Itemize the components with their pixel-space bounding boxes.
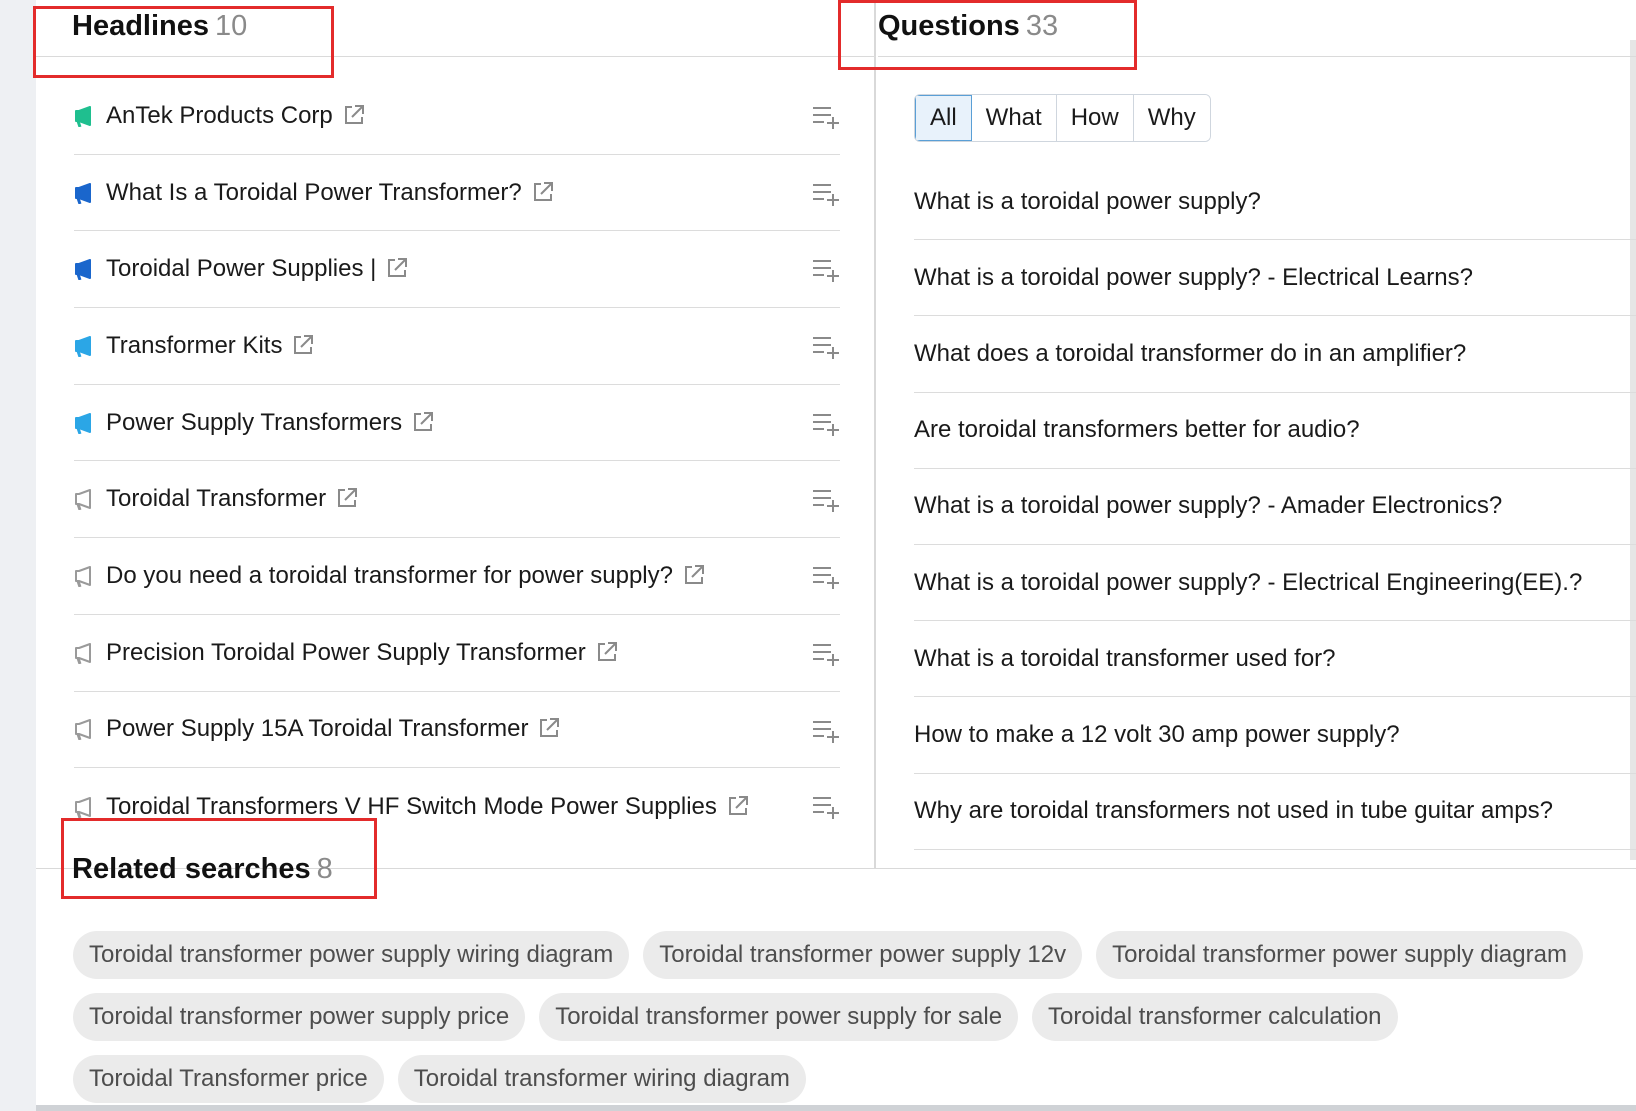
- question-text: Why are toroidal transformers not used i…: [914, 797, 1553, 825]
- megaphone-icon: [74, 253, 106, 285]
- add-to-list-icon[interactable]: [812, 258, 840, 283]
- headline-item[interactable]: Power Supply 15A Toroidal Transformer: [74, 692, 840, 769]
- question-text: What is a toroidal power supply?: [914, 187, 1261, 215]
- related-search-chip[interactable]: Toroidal transformer power supply price: [73, 993, 526, 1041]
- related-search-chip[interactable]: Toroidal transformer calculation: [1032, 993, 1398, 1041]
- add-to-list-icon[interactable]: [812, 182, 840, 206]
- question-item[interactable]: Are toroidal transformers better for aud…: [914, 393, 1636, 469]
- add-to-list-icon[interactable]: [812, 719, 840, 743]
- add-to-list-icon[interactable]: [812, 795, 840, 820]
- external-link-icon[interactable]: [412, 411, 436, 435]
- headline-link[interactable]: Power Supply Transformers: [106, 409, 402, 437]
- add-to-list-icon[interactable]: [812, 565, 840, 590]
- headline-item[interactable]: Precision Toroidal Power Supply Transfor…: [74, 615, 840, 692]
- headline-link[interactable]: Transformer Kits: [106, 332, 282, 360]
- question-text: What does a toroidal transformer do in a…: [914, 339, 1467, 367]
- questions-highlight-box: [838, 0, 1137, 70]
- related-highlight-box: [61, 818, 377, 899]
- question-item[interactable]: What is a toroidal power supply?: [914, 164, 1636, 241]
- related-search-chip[interactable]: Toroidal transformer power supply 12v: [643, 931, 1083, 979]
- question-text: What is a toroidal power supply? - Elect…: [914, 263, 1473, 291]
- megaphone-icon: [74, 483, 106, 515]
- megaphone-icon: [74, 637, 106, 669]
- question-item[interactable]: What is a toroidal power supply? - Elect…: [914, 240, 1636, 317]
- external-link-icon[interactable]: [292, 334, 316, 358]
- question-item[interactable]: What is a toroidal transformer used for?: [914, 621, 1636, 698]
- headline-link[interactable]: Precision Toroidal Power Supply Transfor…: [106, 639, 586, 667]
- megaphone-icon: [74, 713, 106, 745]
- filter-tab-what[interactable]: What: [971, 95, 1057, 141]
- question-text: How to make a 12 volt 30 amp power suppl…: [914, 720, 1400, 748]
- headline-item[interactable]: Power Supply Transformers: [74, 385, 840, 462]
- related-search-chip[interactable]: Toroidal Transformer price: [73, 1055, 384, 1103]
- related-chips: Toroidal transformer power supply wiring…: [73, 931, 1613, 1103]
- headline-link[interactable]: What Is a Toroidal Power Transformer?: [106, 179, 522, 207]
- questions-list: What is a toroidal power supply? What is …: [914, 164, 1636, 850]
- question-text: What is a toroidal power supply? - Amade…: [914, 492, 1503, 520]
- headline-item[interactable]: What Is a Toroidal Power Transformer?: [74, 155, 840, 232]
- external-link-icon[interactable]: [386, 257, 410, 281]
- megaphone-icon: [74, 407, 106, 439]
- question-item[interactable]: Why are toroidal transformers not used i…: [914, 774, 1636, 850]
- external-link-icon[interactable]: [727, 795, 751, 819]
- external-link-icon[interactable]: [538, 717, 562, 741]
- external-link-icon[interactable]: [343, 104, 367, 128]
- headline-link[interactable]: AnTek Products Corp: [106, 102, 333, 130]
- headlines-panel: Headlines 10 AnTek Products Corp What Is a…: [33, 0, 876, 868]
- add-to-list-icon[interactable]: [812, 105, 840, 129]
- headline-item[interactable]: Do you need a toroidal transformer for p…: [74, 538, 840, 615]
- question-text: What is a toroidal power supply? - Elect…: [914, 568, 1583, 596]
- headline-link[interactable]: Toroidal Transformers V HF Switch Mode P…: [106, 793, 717, 821]
- add-to-list-icon[interactable]: [812, 488, 840, 513]
- related-search-chip[interactable]: Toroidal transformer power supply diagra…: [1096, 931, 1583, 979]
- headline-item[interactable]: Toroidal Power Supplies |: [74, 231, 840, 309]
- headline-link[interactable]: Toroidal Transformer: [106, 485, 326, 513]
- question-filter-tabs: All What How Why: [914, 94, 1211, 142]
- question-item[interactable]: What does a toroidal transformer do in a…: [914, 316, 1636, 393]
- external-link-icon[interactable]: [683, 564, 707, 588]
- add-to-list-icon[interactable]: [812, 335, 840, 360]
- question-text: What is a toroidal transformer used for?: [914, 644, 1336, 672]
- related-searches-section: Related searches 8 Toroidal transformer p…: [36, 818, 1636, 1111]
- questions-panel: Questions 33 All What How Why What is a toro…: [838, 0, 1636, 868]
- external-link-icon[interactable]: [336, 487, 360, 511]
- megaphone-icon: [74, 177, 106, 209]
- headline-item[interactable]: AnTek Products Corp: [74, 78, 840, 155]
- related-search-chip[interactable]: Toroidal transformer wiring diagram: [397, 1055, 806, 1103]
- megaphone-icon: [74, 330, 106, 362]
- related-search-chip[interactable]: Toroidal transformer power supply wiring…: [73, 931, 630, 979]
- external-link-icon[interactable]: [596, 641, 620, 665]
- left-gutter: [0, 0, 36, 1111]
- bottom-edge: [36, 1105, 1636, 1111]
- megaphone-icon: [74, 560, 106, 592]
- headline-item[interactable]: Toroidal Transformer: [74, 461, 840, 539]
- headline-link[interactable]: Do you need a toroidal transformer for p…: [106, 562, 673, 590]
- filter-tab-why[interactable]: Why: [1133, 95, 1210, 141]
- filter-tab-all[interactable]: All: [915, 95, 972, 141]
- question-item[interactable]: What is a toroidal power supply? - Elect…: [914, 545, 1636, 622]
- headlines-list: AnTek Products Corp What Is a Toroidal Po…: [74, 78, 840, 845]
- headline-link[interactable]: Toroidal Power Supplies |: [106, 255, 376, 283]
- question-item[interactable]: What is a toroidal power supply? - Amade…: [914, 469, 1636, 545]
- headline-link[interactable]: Power Supply 15A Toroidal Transformer: [106, 715, 528, 743]
- related-search-chip[interactable]: Toroidal transformer power supply for sa…: [539, 993, 1019, 1041]
- headline-item[interactable]: Transformer Kits: [74, 308, 840, 385]
- add-to-list-icon[interactable]: [812, 642, 840, 666]
- external-link-icon[interactable]: [532, 181, 556, 205]
- add-to-list-icon[interactable]: [812, 412, 840, 436]
- megaphone-icon: [74, 100, 106, 132]
- filter-tab-how[interactable]: How: [1056, 95, 1134, 141]
- question-text: Are toroidal transformers better for aud…: [914, 416, 1360, 444]
- question-item[interactable]: How to make a 12 volt 30 amp power suppl…: [914, 697, 1636, 774]
- headlines-highlight-box: [33, 6, 334, 78]
